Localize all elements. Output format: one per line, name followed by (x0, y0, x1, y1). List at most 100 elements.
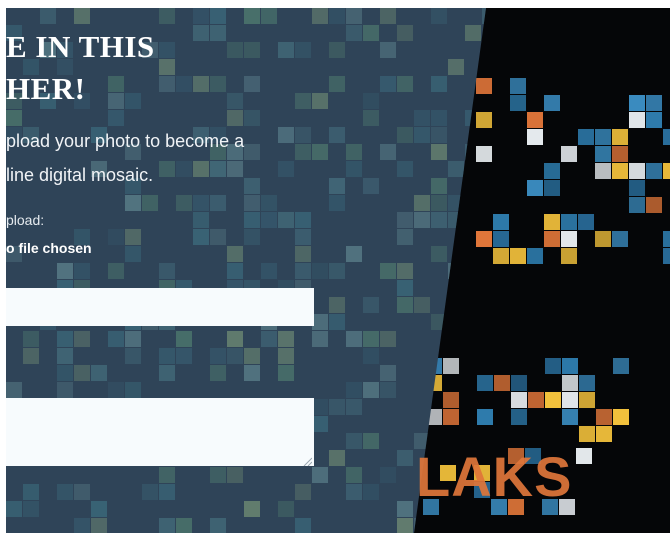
mosaic-tile (562, 375, 578, 391)
mosaic-tile (278, 212, 294, 228)
mosaic-tile (6, 501, 22, 517)
mosaic-tile (57, 331, 73, 347)
mosaic-tile (443, 358, 459, 374)
mosaic-tile (159, 42, 175, 58)
mosaic-tile (380, 365, 396, 381)
mosaic-tile (227, 93, 243, 109)
headline-line-2: HER! (6, 71, 86, 106)
mosaic-tile (596, 426, 612, 442)
mosaic-tile (511, 375, 527, 391)
mosaic-tile (125, 93, 141, 109)
mosaic-tile (629, 112, 645, 128)
mosaic-tile (312, 331, 328, 347)
mosaic-tile (431, 8, 447, 24)
mosaic-tile (244, 501, 260, 517)
resize-handle-icon[interactable] (302, 456, 312, 466)
mosaic-tile (329, 195, 345, 211)
mosaic-tile (23, 348, 39, 364)
mosaic-tile (261, 263, 277, 279)
mosaic-tile (23, 331, 39, 347)
mosaic-tile (612, 146, 628, 162)
mosaic-tile (176, 195, 192, 211)
mosaic-tile (244, 212, 260, 228)
mosaic-tile (363, 484, 379, 500)
mosaic-tile (629, 95, 645, 111)
mosaic-tile (544, 163, 560, 179)
mosaic-tile (227, 42, 243, 58)
mosaic-tile (363, 110, 379, 126)
mosaic-tile (527, 248, 543, 264)
mosaic-tile (176, 518, 192, 533)
mosaic-tile (493, 231, 509, 247)
mosaic-tile (312, 144, 328, 160)
file-chooser-status[interactable]: o file chosen (6, 240, 92, 256)
message-textarea[interactable] (6, 398, 314, 466)
mosaic-tile (613, 409, 629, 425)
mosaic-tile (397, 518, 413, 533)
mosaic-tile (159, 518, 175, 533)
mosaic-tile (595, 129, 611, 145)
mosaic-tile (414, 297, 430, 313)
mosaic-tile (159, 348, 175, 364)
name-input[interactable] (6, 288, 314, 326)
mosaic-tile (244, 76, 260, 92)
mosaic-tile (227, 331, 243, 347)
mosaic-tile (159, 76, 175, 92)
mosaic-tile (346, 8, 362, 24)
mosaic-tile (244, 144, 260, 160)
mosaic-tile (176, 76, 192, 92)
mosaic-tile (278, 161, 294, 177)
mosaic-tile (363, 178, 379, 194)
mosaic-tile (346, 161, 362, 177)
mosaic-tile (142, 484, 158, 500)
mosaic-tile (397, 212, 413, 228)
mosaic-tile (278, 365, 294, 381)
mosaic-tile (312, 467, 328, 483)
mosaic-tile (6, 110, 22, 126)
mosaic-tile (227, 263, 243, 279)
mosaic-tile (193, 212, 209, 228)
mosaic-tile (414, 195, 430, 211)
mosaic-tile (363, 382, 379, 398)
mosaic-tile (295, 484, 311, 500)
mosaic-tile (74, 263, 90, 279)
mosaic-tile (477, 375, 493, 391)
mosaic-tile (612, 163, 628, 179)
mosaic-tile (329, 263, 345, 279)
mosaic-tile (312, 8, 328, 24)
mosaic-tile (596, 409, 612, 425)
mosaic-tile (57, 382, 73, 398)
mosaic-tile (261, 8, 277, 24)
mosaic-tile (329, 297, 345, 313)
mosaic-tile (295, 42, 311, 58)
mosaic-tile (193, 8, 209, 24)
mosaic-tile (397, 501, 413, 517)
mosaic-tile (261, 195, 277, 211)
mosaic-tile (431, 246, 447, 262)
mosaic-tile (477, 409, 493, 425)
mosaic-tile (346, 25, 362, 41)
mosaic-tile (544, 95, 560, 111)
mosaic-tile (295, 263, 311, 279)
mosaic-tile (380, 8, 396, 24)
mosaic-tile (244, 8, 260, 24)
mosaic-tile (579, 426, 595, 442)
mosaic-tile (244, 195, 260, 211)
mosaic-tile (227, 348, 243, 364)
mosaic-tile (176, 348, 192, 364)
mosaic-tile (431, 144, 447, 160)
mosaic-tile (561, 231, 577, 247)
mosaic-tile (312, 416, 328, 432)
mosaic-tile (346, 144, 362, 160)
mosaic-tile (397, 127, 413, 143)
mosaic-tile (142, 195, 158, 211)
mosaic-tile (476, 146, 492, 162)
mosaic-tile (329, 178, 345, 194)
mosaic-tile (363, 297, 379, 313)
mosaic-tile (663, 129, 670, 145)
mosaic-tile (312, 93, 328, 109)
mosaic-tile (227, 467, 243, 483)
mosaic-tile (380, 467, 396, 483)
mosaic-tile (545, 392, 561, 408)
mosaic-tile (380, 42, 396, 58)
